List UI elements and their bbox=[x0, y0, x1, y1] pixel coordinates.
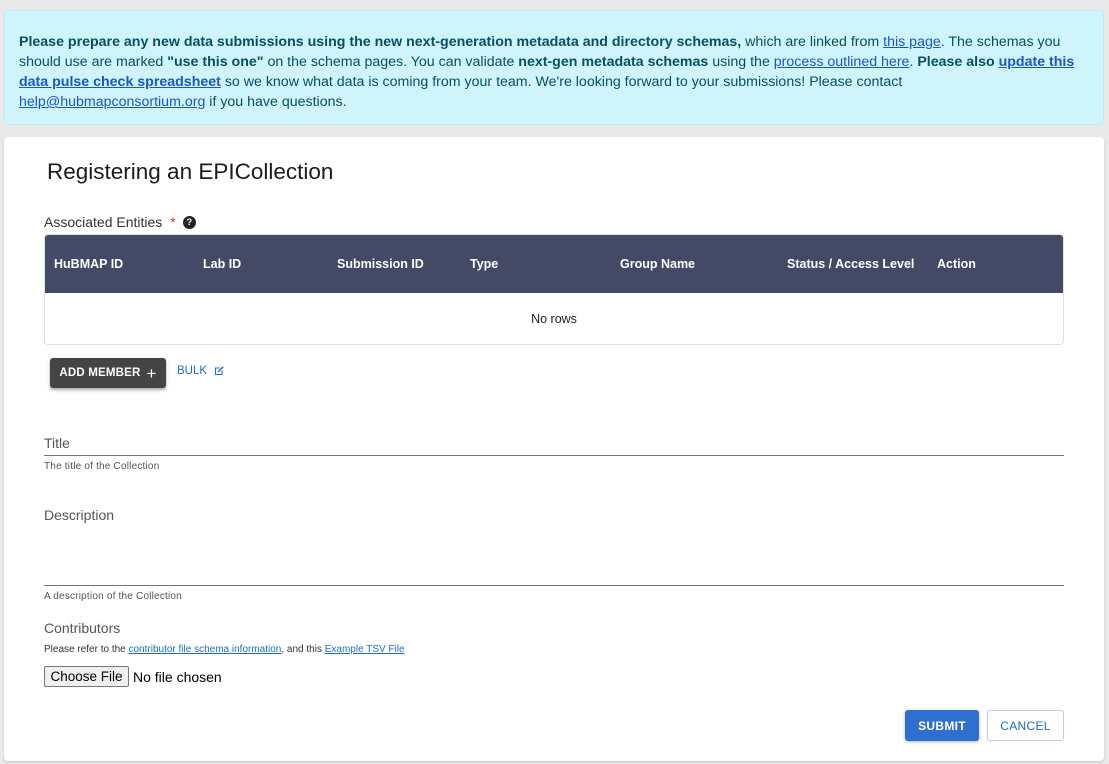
column-header-action[interactable]: Action bbox=[937, 257, 976, 271]
banner-text: if you have questions. bbox=[205, 94, 347, 110]
edit-icon bbox=[215, 366, 224, 375]
banner-bold-4: Please also bbox=[917, 54, 999, 70]
required-asterisk: * bbox=[170, 214, 176, 230]
associated-entities-table: HuBMAP ID Lab ID Submission ID Type Grou… bbox=[44, 234, 1064, 345]
description-field-label: Description bbox=[44, 507, 115, 523]
form-card: Registering an EPICollection Associated … bbox=[4, 137, 1104, 761]
banner-text: which are linked from bbox=[741, 34, 884, 50]
column-header-lab-id[interactable]: Lab ID bbox=[203, 257, 241, 271]
file-input: Choose File No file chosen bbox=[44, 666, 222, 687]
column-header-hubmap-id[interactable]: HuBMAP ID bbox=[54, 257, 123, 271]
contributors-note-text: , and this bbox=[281, 644, 325, 655]
banner-bold-1: Please prepare any new data submissions … bbox=[19, 34, 742, 50]
description-helper-text: A description of the Collection bbox=[44, 591, 182, 602]
submit-button[interactable]: SUBMIT bbox=[905, 710, 979, 741]
contributors-note: Please refer to the contributor file sch… bbox=[44, 644, 405, 655]
add-member-button[interactable]: ADD MEMBER + bbox=[50, 358, 166, 388]
title-field-label: Title bbox=[44, 435, 70, 451]
column-header-status[interactable]: Status / Access Level bbox=[787, 257, 914, 271]
plus-icon: + bbox=[146, 363, 157, 383]
associated-entities-label: Associated Entities * ? bbox=[44, 214, 196, 230]
description-input[interactable] bbox=[44, 585, 1064, 586]
bulk-button[interactable]: BULK bbox=[177, 365, 225, 377]
empty-rows-text: No rows bbox=[531, 311, 577, 326]
process-link[interactable]: process outlined here bbox=[774, 54, 910, 70]
contributors-label: Contributors bbox=[44, 620, 121, 636]
contributor-schema-link[interactable]: contributor file schema information bbox=[129, 644, 282, 655]
help-icon[interactable]: ? bbox=[182, 215, 196, 229]
page-title: Registering an EPICollection bbox=[47, 159, 334, 184]
table-body: No rows bbox=[45, 293, 1063, 344]
table-header: HuBMAP ID Lab ID Submission ID Type Grou… bbox=[45, 235, 1063, 293]
associated-entities-text: Associated Entities bbox=[44, 214, 163, 230]
schema-page-link[interactable]: this page bbox=[883, 34, 941, 50]
banner-text: on the schema pages. You can validate bbox=[263, 54, 519, 70]
info-banner: Please prepare any new data submissions … bbox=[4, 10, 1104, 125]
no-file-text: No file chosen bbox=[133, 668, 222, 685]
column-header-submission-id[interactable]: Submission ID bbox=[337, 257, 424, 271]
cancel-button[interactable]: CANCEL bbox=[987, 710, 1064, 741]
contributors-note-text: Please refer to the bbox=[44, 644, 129, 655]
banner-text: using the bbox=[708, 54, 774, 70]
help-email-link[interactable]: help@hubmapconsortium.org bbox=[19, 94, 205, 110]
title-helper-text: The title of the Collection bbox=[44, 461, 160, 472]
banner-text: so we know what data is coming from your… bbox=[220, 74, 903, 90]
add-member-label: ADD MEMBER bbox=[59, 367, 141, 379]
choose-file-button[interactable]: Choose File bbox=[44, 666, 129, 687]
banner-bold-2: "use this one" bbox=[167, 54, 264, 70]
bulk-label: BULK bbox=[177, 365, 208, 377]
title-input[interactable] bbox=[44, 455, 1064, 456]
banner-bold-3: next-gen metadata schemas bbox=[518, 54, 709, 70]
column-header-group-name[interactable]: Group Name bbox=[620, 257, 695, 271]
column-header-type[interactable]: Type bbox=[470, 257, 498, 271]
example-tsv-link[interactable]: Example TSV File bbox=[325, 644, 405, 655]
